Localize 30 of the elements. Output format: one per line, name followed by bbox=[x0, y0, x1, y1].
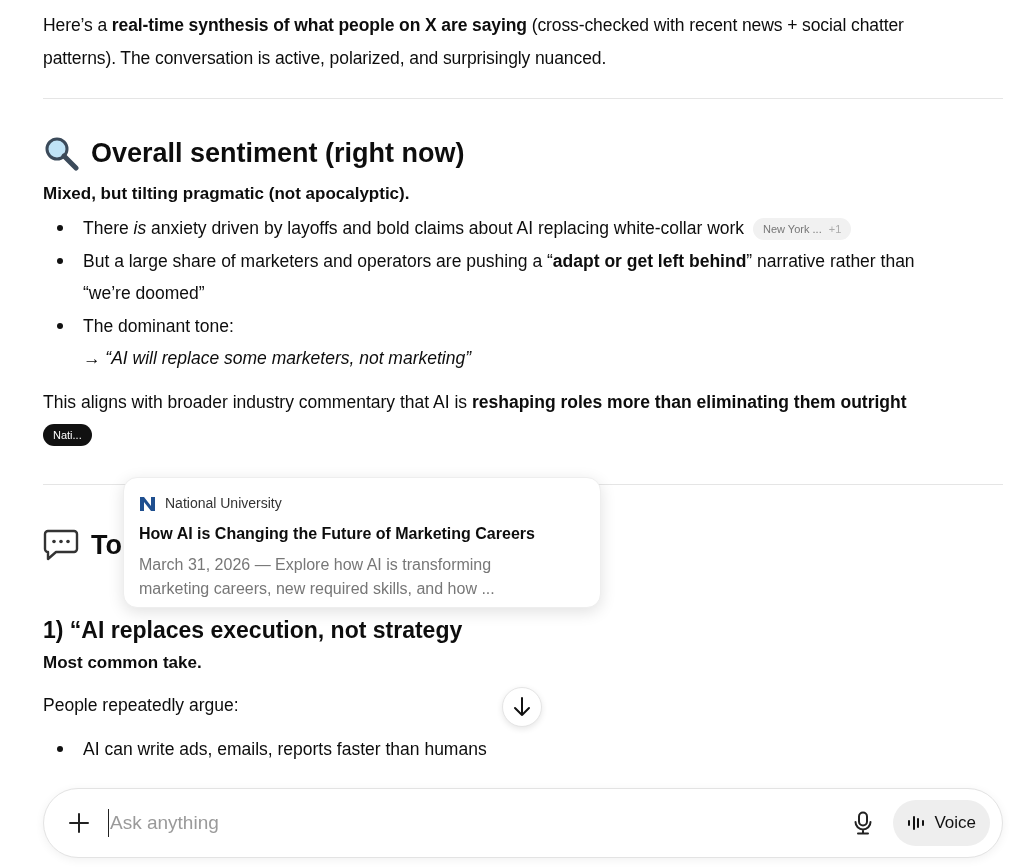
voice-button[interactable]: Voice bbox=[893, 800, 990, 846]
bullet-text: But a large share of marketers and operators are pushing a “adapt or get left behind” narrative rather than “we’re doomed” bbox=[83, 250, 915, 303]
magnifier-icon bbox=[43, 135, 79, 171]
paragraph: This aligns with broader industry commentary that AI is reshaping roles more than eliminating them outright bbox=[43, 391, 907, 412]
logo-icon bbox=[139, 496, 156, 511]
source-chip[interactable]: Nati... bbox=[43, 423, 92, 446]
arrow-down-icon bbox=[513, 697, 531, 717]
quote-text: → “AI will replace some marketers, not marketing” bbox=[83, 347, 472, 370]
bullet-text: There is anxiety driven by layoffs and bold claims about AI replacing white-collar work bbox=[83, 218, 745, 238]
lead-text: Most common take. bbox=[43, 651, 203, 674]
subsection-heading: 1) “AI replaces execution, not strategy bbox=[43, 615, 464, 645]
lead-text: Mixed, but tilting pragmatic (not apocalyptic). bbox=[43, 183, 411, 205]
add-button[interactable] bbox=[66, 810, 92, 836]
speech-bubble-icon bbox=[43, 527, 79, 562]
section-heading: Overall sentiment (right now) bbox=[91, 137, 465, 170]
paragraph: People repeatedly argue: bbox=[43, 693, 239, 717]
plus-icon bbox=[69, 813, 89, 833]
bullet-text: AI can write ads, emails, reports faster than humans bbox=[83, 738, 487, 759]
bullet-text: The dominant tone: bbox=[83, 315, 234, 336]
source-name: National University bbox=[165, 494, 282, 513]
article-link[interactable]: How AI is Changing the Future of Marketing Careers bbox=[139, 523, 585, 545]
message-field[interactable]: Ask anything Voice bbox=[43, 788, 1003, 858]
microphone-icon bbox=[854, 811, 873, 835]
intro-paragraph: Here’s a real-time synthesis of what people on X are saying (cross-checked with recent news + social chatter patterns). The conversation is active, polarized, and surprisingly nuanced. bbox=[43, 14, 905, 70]
message-input[interactable]: Ask anything bbox=[108, 808, 846, 838]
section-heading: To bbox=[91, 528, 122, 562]
article-snippet: March 31, 2026 — Explore how AI is transforming marketing careers, new required skills, and how ... bbox=[139, 555, 496, 599]
waveform-icon bbox=[907, 815, 926, 831]
scroll-down-button[interactable] bbox=[502, 687, 542, 727]
source-chip[interactable]: New York ... +1 bbox=[753, 218, 852, 241]
